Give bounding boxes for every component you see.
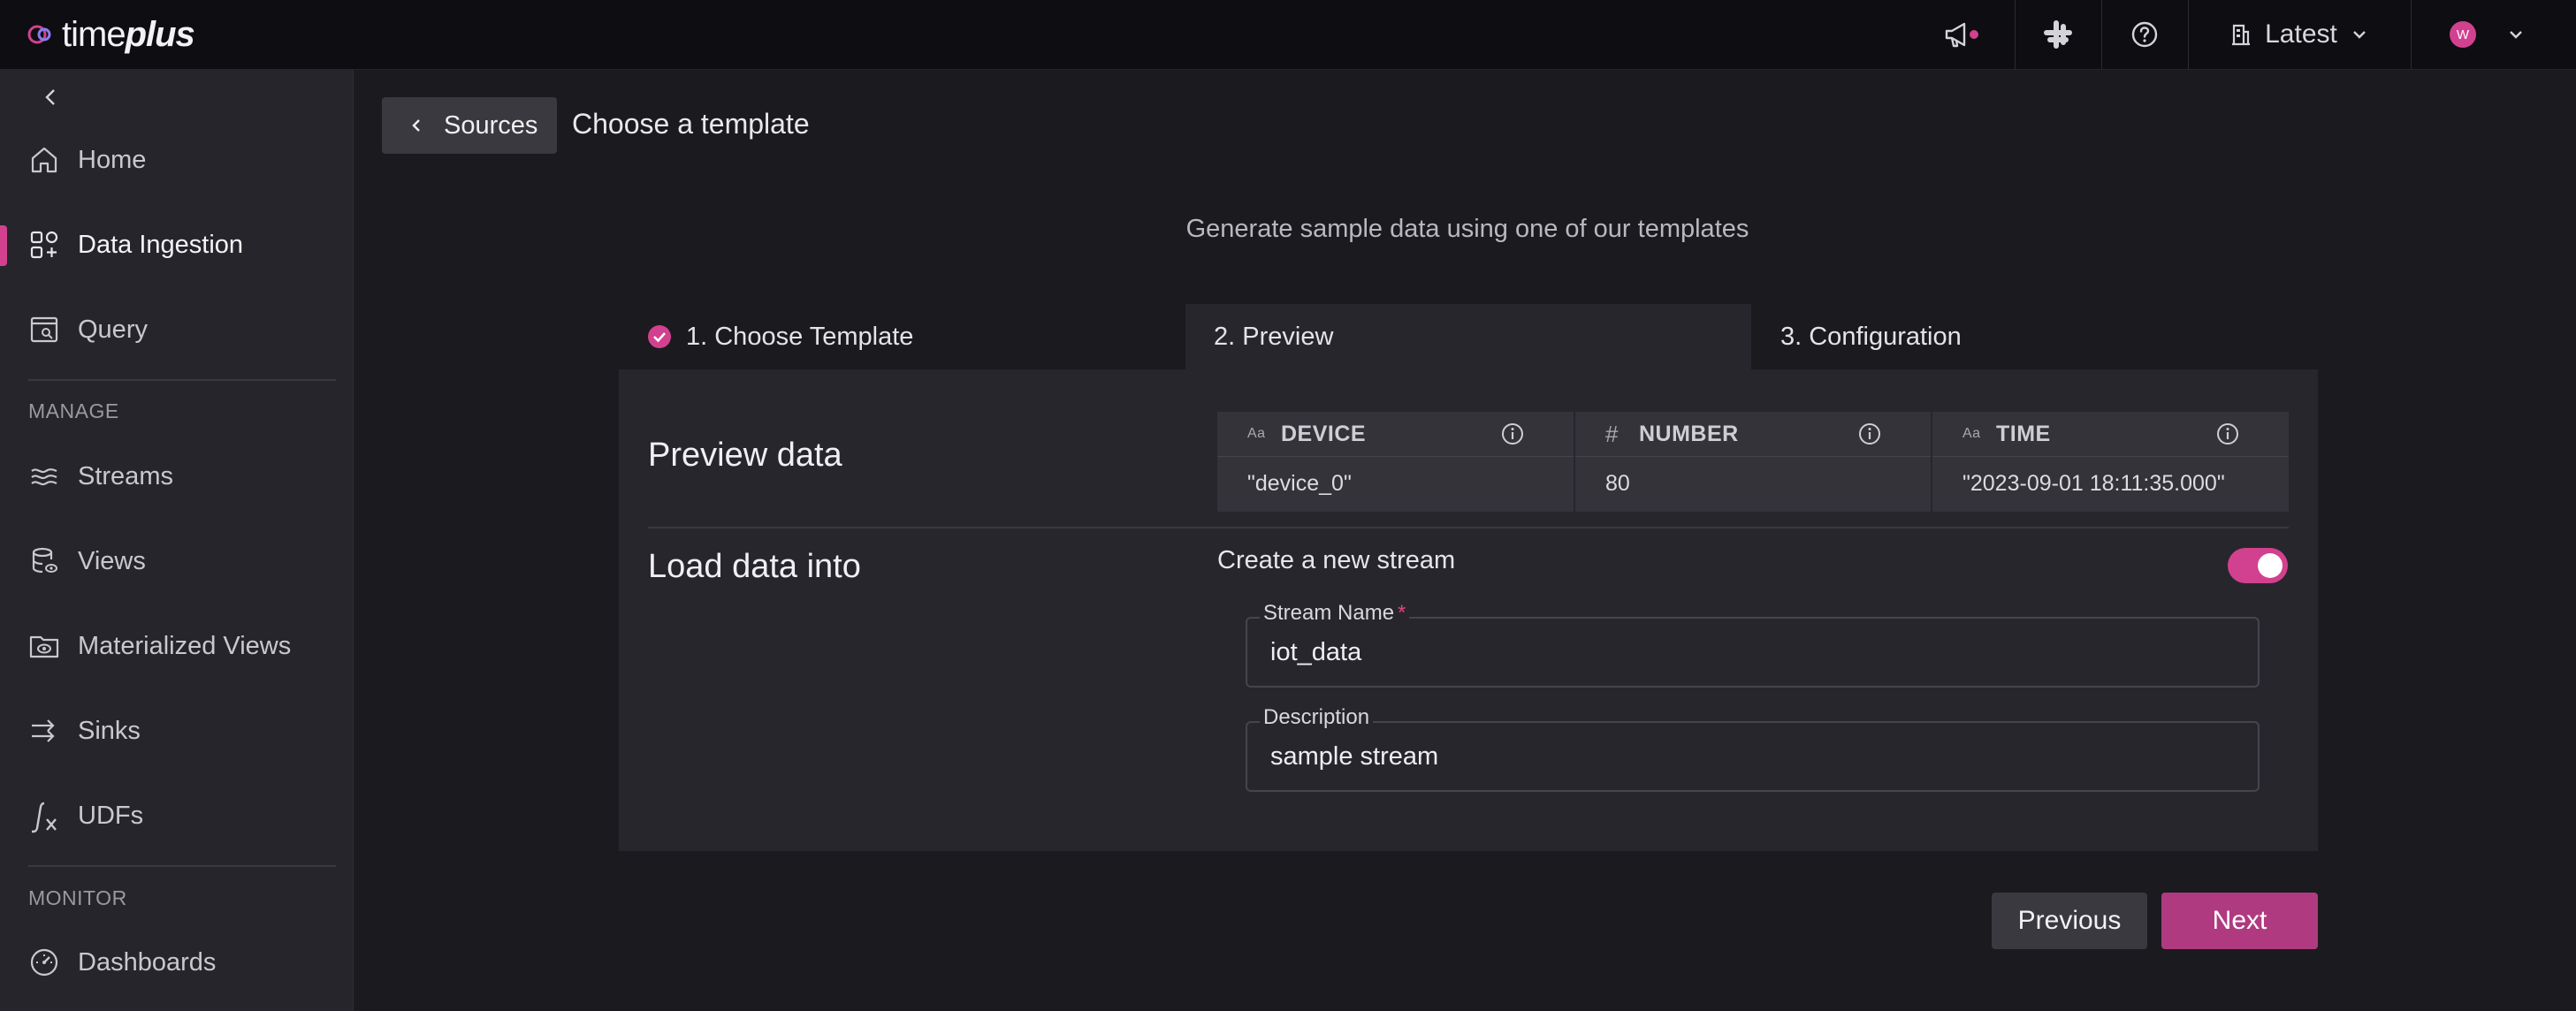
timeplus-logo[interactable]: timeplus	[27, 12, 195, 57]
sidebar-item-materialized-views[interactable]: Materialized Views	[0, 614, 353, 678]
number-type-icon: #	[1605, 420, 1619, 447]
udfs-icon	[28, 800, 60, 833]
query-icon	[28, 314, 60, 346]
column-header: Aa DEVICE	[1217, 412, 1574, 456]
page-title: Choose a template	[572, 108, 810, 140]
page-subtitle: Generate sample data using one of our te…	[1185, 215, 1749, 243]
table-cell: 80	[1575, 456, 1931, 511]
sidebar-item-label: Streams	[78, 461, 173, 490]
sidebar-item-sinks[interactable]: Sinks	[0, 699, 353, 763]
section-divider	[648, 527, 2289, 528]
info-icon[interactable]	[2216, 422, 2239, 445]
chevron-left-icon	[37, 84, 64, 110]
chevron-down-icon	[2508, 29, 2524, 40]
create-stream-toggle[interactable]	[2228, 548, 2288, 583]
next-button[interactable]: Next	[2161, 893, 2318, 949]
sidebar-item-label: Query	[78, 315, 148, 344]
step-configuration[interactable]: 3. Configuration	[1752, 304, 2318, 369]
streams-icon	[28, 460, 60, 492]
sidebar-item-label: Views	[78, 546, 146, 575]
step-label: 1. Choose Template	[686, 322, 914, 351]
description-field[interactable]: Description sample stream	[1246, 705, 2260, 792]
column-time: Aa TIME "2023-09-01 18:11:35.000"	[1932, 412, 2289, 512]
sidebar-item-streams[interactable]: Streams	[0, 445, 353, 508]
create-stream-label: Create a new stream	[1217, 546, 1456, 574]
column-header: # NUMBER	[1575, 412, 1931, 456]
sinks-icon	[28, 715, 60, 747]
table-cell: "device_0"	[1217, 456, 1574, 511]
back-to-sources-button[interactable]: Sources	[382, 97, 557, 154]
previous-button[interactable]: Previous	[1992, 893, 2147, 949]
user-menu[interactable]: W	[2412, 0, 2562, 69]
logo-text-bold: plus	[125, 14, 195, 54]
section-manage: MANAGE	[28, 399, 119, 422]
toggle-knob	[2258, 553, 2283, 578]
chevron-down-icon	[2351, 29, 2367, 40]
sidebar-item-views[interactable]: Views	[0, 529, 353, 593]
column-name: DEVICE	[1281, 421, 1367, 446]
slack-icon	[2042, 19, 2074, 50]
string-type-icon: Aa	[1962, 426, 1981, 441]
top-bar: timeplus Latest W	[0, 0, 2576, 70]
back-button-label: Sources	[444, 110, 538, 140]
sidebar-item-label: Dashboards	[78, 947, 217, 977]
chevron-left-icon	[410, 118, 423, 133]
sidebar-divider	[28, 379, 336, 381]
check-circle-icon	[647, 324, 672, 349]
logo-text-light: time	[62, 14, 126, 54]
string-type-icon: Aa	[1247, 426, 1266, 441]
step-label: 2. Preview	[1214, 322, 1334, 351]
sidebar-item-home[interactable]: Home	[0, 128, 353, 192]
workspace-icon	[2231, 23, 2251, 46]
step-preview[interactable]: 2. Preview	[1185, 304, 1751, 369]
section-monitor: MONITOR	[28, 886, 127, 909]
collapse-sidebar-button[interactable]	[37, 84, 64, 110]
stream-name-field[interactable]: Stream Name * iot_data	[1246, 601, 2260, 688]
dashboards-icon	[28, 946, 60, 978]
sidebar-item-label: Sinks	[78, 716, 141, 745]
megaphone-icon	[1943, 19, 1978, 49]
sidebar-item-dashboards[interactable]: Dashboards	[0, 931, 353, 994]
preview-data-heading: Preview data	[648, 437, 842, 474]
description-input[interactable]: sample stream	[1270, 742, 1438, 772]
help-button[interactable]	[2102, 0, 2187, 69]
version-selector[interactable]: Latest	[2189, 0, 2410, 69]
views-icon	[28, 545, 60, 577]
column-header: Aa TIME	[1932, 412, 2289, 456]
sidebar-item-udfs[interactable]: UDFs	[0, 784, 353, 848]
required-marker: *	[1398, 601, 1406, 625]
stream-name-label: Stream Name	[1263, 601, 1395, 625]
home-icon	[28, 144, 60, 176]
slack-button[interactable]	[2016, 0, 2100, 69]
step-label: 3. Configuration	[1780, 322, 1962, 351]
step-choose-template[interactable]: 1. Choose Template	[619, 304, 1185, 369]
preview-table: Aa DEVICE "device_0" # NUMBER 80 Aa TIME…	[1217, 412, 2289, 512]
info-icon[interactable]	[1501, 422, 1524, 445]
logo-mark-icon	[27, 24, 57, 45]
table-cell: "2023-09-01 18:11:35.000"	[1932, 456, 2289, 511]
materialized-views-icon	[28, 630, 60, 662]
info-icon[interactable]	[1858, 422, 1881, 445]
description-label: Description	[1263, 705, 1370, 729]
load-data-heading: Load data into	[648, 548, 861, 585]
announcements-button[interactable]	[1927, 0, 1994, 69]
sidebar-item-label: Materialized Views	[78, 631, 292, 660]
version-label: Latest	[2265, 19, 2337, 49]
stream-name-input[interactable]: iot_data	[1270, 638, 1361, 667]
sidebar-item-query[interactable]: Query	[0, 298, 353, 361]
sidebar-divider	[28, 865, 336, 867]
sidebar-item-label: Home	[78, 145, 147, 174]
column-number: # NUMBER 80	[1575, 412, 1931, 512]
help-icon	[2130, 20, 2159, 49]
sidebar: Home Data Ingestion Query MANAGE Streams…	[0, 70, 354, 1011]
column-name: TIME	[1996, 421, 2051, 446]
column-device: Aa DEVICE "device_0"	[1217, 412, 1574, 512]
sidebar-item-label: UDFs	[78, 801, 144, 830]
column-name: NUMBER	[1639, 421, 1739, 446]
avatar: W	[2450, 21, 2476, 48]
